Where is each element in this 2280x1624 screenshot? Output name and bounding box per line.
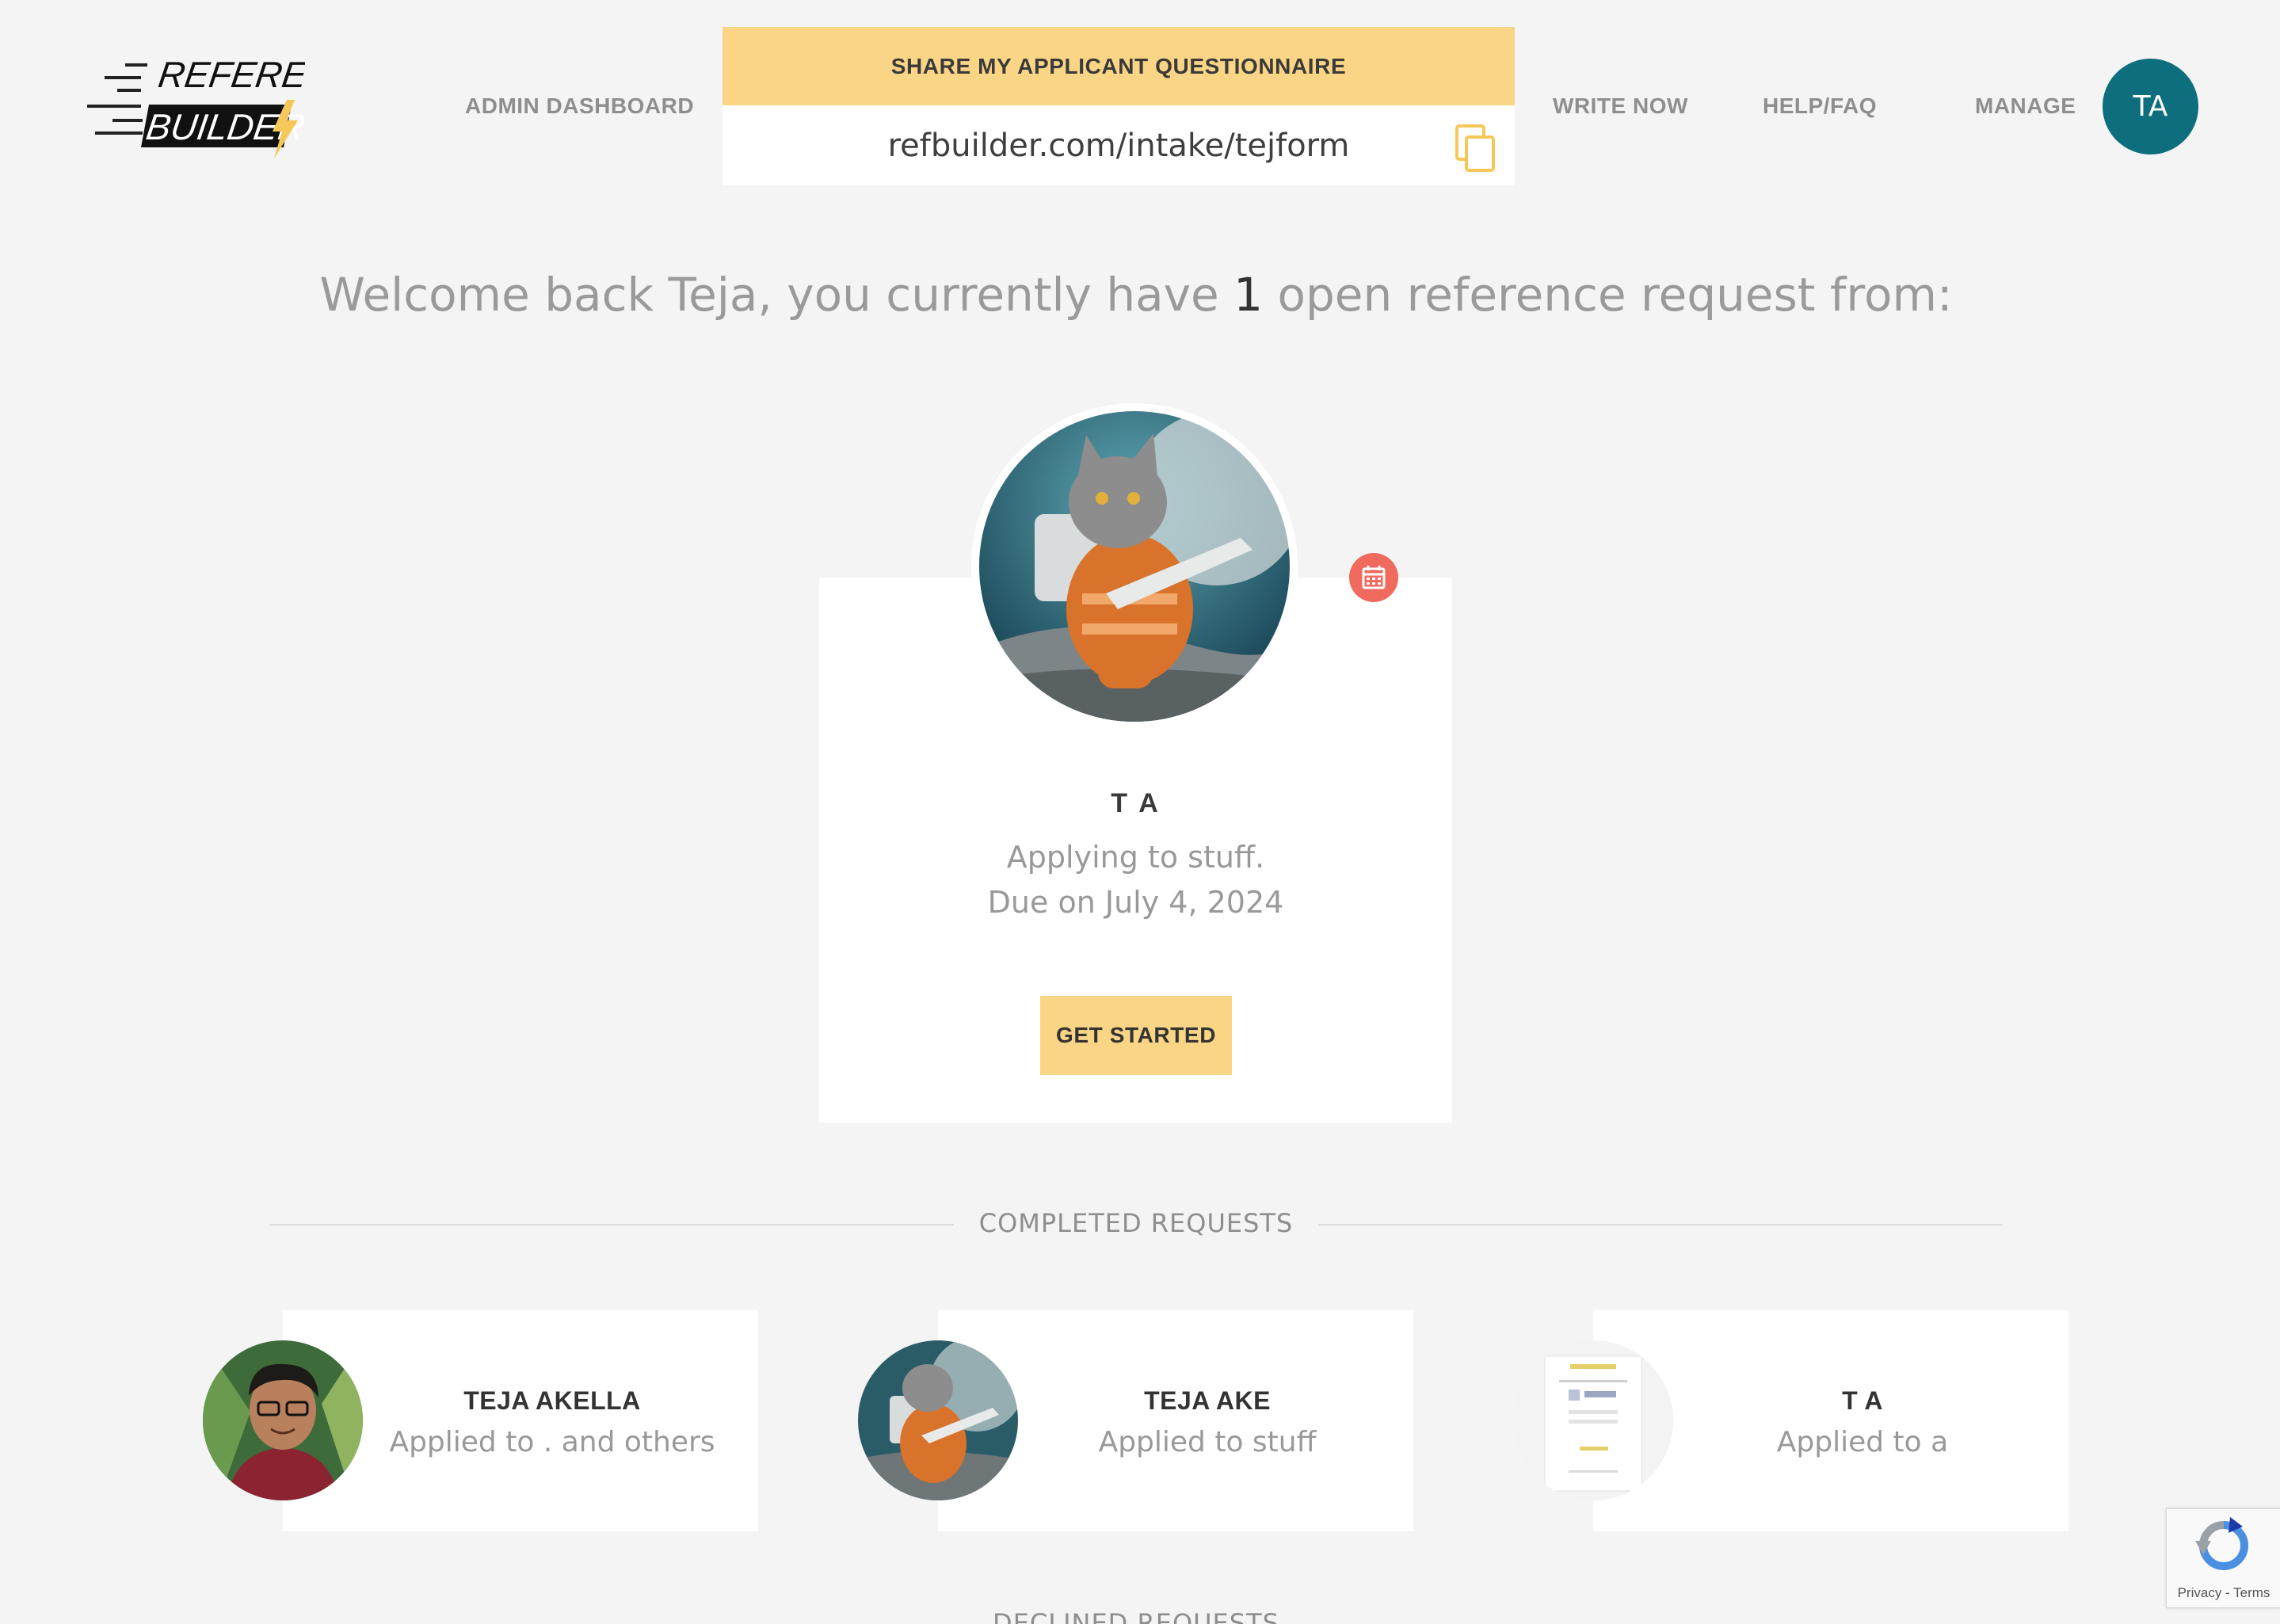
completed-subtitle: Applied to a [1776, 1426, 1949, 1458]
completed-subtitle: Applied to . and others [389, 1426, 715, 1458]
calendar-icon[interactable] [1349, 553, 1398, 602]
completed-name: TEJA AKE [1144, 1386, 1271, 1415]
completed-requests-title: COMPLETED REQUESTS [978, 1208, 1294, 1238]
completed-applicant-photo [1513, 1340, 1673, 1500]
due-date: Due on July 4, 2024 [987, 885, 1284, 920]
welcome-suffix: open reference request from: [1263, 268, 1953, 322]
user-avatar[interactable]: TA [2103, 59, 2198, 154]
declined-requests-title: DECLINED REQUESTS [993, 1608, 1279, 1624]
completed-applicant-photo [203, 1340, 363, 1500]
share-questionnaire: SHARE MY APPLICANT QUESTIONNAIRE refbuil… [723, 27, 1515, 185]
completed-subtitle: Applied to stuff [1098, 1426, 1317, 1458]
nav-write-now[interactable]: WRITE NOW [1553, 93, 1688, 119]
logo-top-text: REFERENCE [156, 54, 305, 95]
open-request-count: 1 [1233, 268, 1264, 322]
completed-name: T A [1842, 1386, 1883, 1415]
copy-icon[interactable] [1455, 124, 1496, 173]
logo[interactable]: REFERENCE BUILDER [79, 54, 387, 161]
applicant-name: T A [1111, 788, 1161, 818]
welcome-message: Welcome back Teja, you currently have 1 … [0, 268, 2272, 322]
applicant-photo [971, 403, 1298, 730]
completed-name: TEJA AKELLA [463, 1386, 641, 1415]
share-url[interactable]: refbuilder.com/intake/tejform [723, 105, 1515, 185]
divider-right [1318, 1224, 2003, 1226]
nav-admin-dashboard[interactable]: ADMIN DASHBOARD [465, 93, 694, 119]
nav-help-faq[interactable]: HELP/FAQ [1763, 93, 1877, 119]
nav-manage[interactable]: MANAGE [1975, 93, 2076, 119]
recaptcha-badge[interactable]: Privacy - Terms [2166, 1508, 2280, 1608]
recaptcha-icon [2195, 1517, 2248, 1570]
share-title[interactable]: SHARE MY APPLICANT QUESTIONNAIRE [723, 27, 1515, 105]
applicant-description: Applying to stuff. [1006, 840, 1265, 875]
get-started-button[interactable]: GET STARTED [1040, 996, 1232, 1075]
speed-lines [87, 63, 147, 135]
completed-applicant-photo [858, 1340, 1018, 1500]
recaptcha-links[interactable]: Privacy - Terms [2167, 1585, 2280, 1601]
welcome-prefix: Welcome back Teja, you currently have [319, 268, 1234, 322]
